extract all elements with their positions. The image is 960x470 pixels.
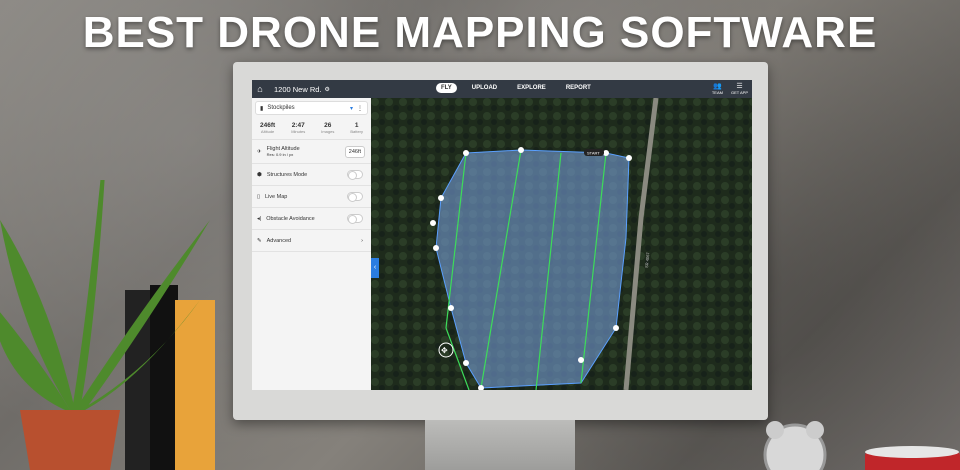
drone-app-screen: ⌂ 1200 New Rd. ⚙ FLY UPLOAD EXPLORE REPO… xyxy=(252,80,752,390)
svg-text:✥: ✥ xyxy=(441,346,448,355)
altitude-input[interactable]: 246ft xyxy=(344,145,365,158)
live-map-label: Live Map xyxy=(265,193,288,200)
tab-upload[interactable]: UPLOAD xyxy=(467,83,502,93)
obstacle-avoidance-label: Obstacle Avoidance xyxy=(266,215,315,222)
home-icon[interactable]: ⌂ xyxy=(252,84,268,94)
live-map-row: ▯ Live Map xyxy=(252,186,371,208)
get-app-button[interactable]: ☰ GET APP xyxy=(731,82,748,95)
more-options-icon[interactable]: ⋮ xyxy=(357,105,363,112)
obstacle-avoidance-toggle[interactable] xyxy=(347,214,363,224)
tab-fly[interactable]: FLY xyxy=(436,83,457,93)
flight-area-polygon[interactable] xyxy=(435,149,630,389)
team-icon: 👥 xyxy=(713,83,722,90)
flight-stats: 246ft Altitude 2:47 Minutes 26 Images 1 Batt… xyxy=(252,118,371,140)
team-button[interactable]: 👥 TEAM xyxy=(712,82,723,95)
mode-select[interactable]: ▮ Stockpiles ▾ ⋮ xyxy=(255,101,368,115)
mode-select-value: Stockpiles xyxy=(267,105,295,111)
clock-and-mug-decoration xyxy=(763,421,960,470)
tab-explore[interactable]: EXPLORE xyxy=(512,83,551,93)
resolution-text: Res: 0.9 in / px xyxy=(266,152,294,157)
collapse-panel-button[interactable]: ‹ xyxy=(371,258,379,278)
obstacle-icon: ◂| xyxy=(257,215,262,222)
chevron-down-icon: ▾ xyxy=(349,105,353,112)
satellite-map[interactable]: START SR 4067 ✥ xyxy=(371,98,752,390)
plant-and-books-decoration xyxy=(0,180,215,470)
main-tabs: FLY UPLOAD EXPLORE REPORT xyxy=(436,83,596,93)
tab-report[interactable]: REPORT xyxy=(561,83,596,93)
stat-altitude: 246ft Altitude xyxy=(260,122,276,134)
advanced-row[interactable]: ✎ Advanced › xyxy=(252,230,371,252)
flight-settings-panel: ▮ Stockpiles ▾ ⋮ 246ft Altitude 2:47 Minutes … xyxy=(252,98,371,390)
settings-icon[interactable]: ⚙ xyxy=(325,86,330,93)
stockpile-icon: ▮ xyxy=(260,105,264,112)
top-bar: ⌂ 1200 New Rd. ⚙ FLY UPLOAD EXPLORE REPO… xyxy=(252,80,752,98)
advanced-label: Advanced xyxy=(266,237,292,244)
start-label: START xyxy=(587,151,600,156)
stat-battery: 1 Battery xyxy=(350,122,363,134)
map-icon: ▯ xyxy=(257,193,261,200)
structure-icon: ⬢ xyxy=(257,171,262,178)
team-label: TEAM xyxy=(711,90,723,95)
flight-altitude-row: ✈ Flight Altitude Res: 0.9 in / px 246ft xyxy=(252,140,371,164)
structures-mode-label: Structures Mode xyxy=(266,171,308,178)
stat-minutes: 2:47 Minutes xyxy=(291,122,306,134)
monitor-stand xyxy=(425,420,575,470)
drone-icon: ✈ xyxy=(257,148,262,155)
headline: BEST DRONE MAPPING SOFTWARE xyxy=(82,8,878,57)
chevron-right-icon: › xyxy=(361,237,363,244)
wrench-icon: ✎ xyxy=(257,237,262,244)
stat-images: 26 Images xyxy=(321,122,335,134)
obstacle-avoidance-row: ◂| Obstacle Avoidance xyxy=(252,208,371,230)
location-name[interactable]: 1200 New Rd. xyxy=(274,85,322,94)
structures-mode-toggle[interactable] xyxy=(347,170,363,180)
get-app-label: GET APP xyxy=(730,90,748,95)
live-map-toggle[interactable] xyxy=(347,192,363,202)
menu-icon: ☰ xyxy=(736,83,743,90)
structures-mode-row: ⬢ Structures Mode xyxy=(252,164,371,186)
